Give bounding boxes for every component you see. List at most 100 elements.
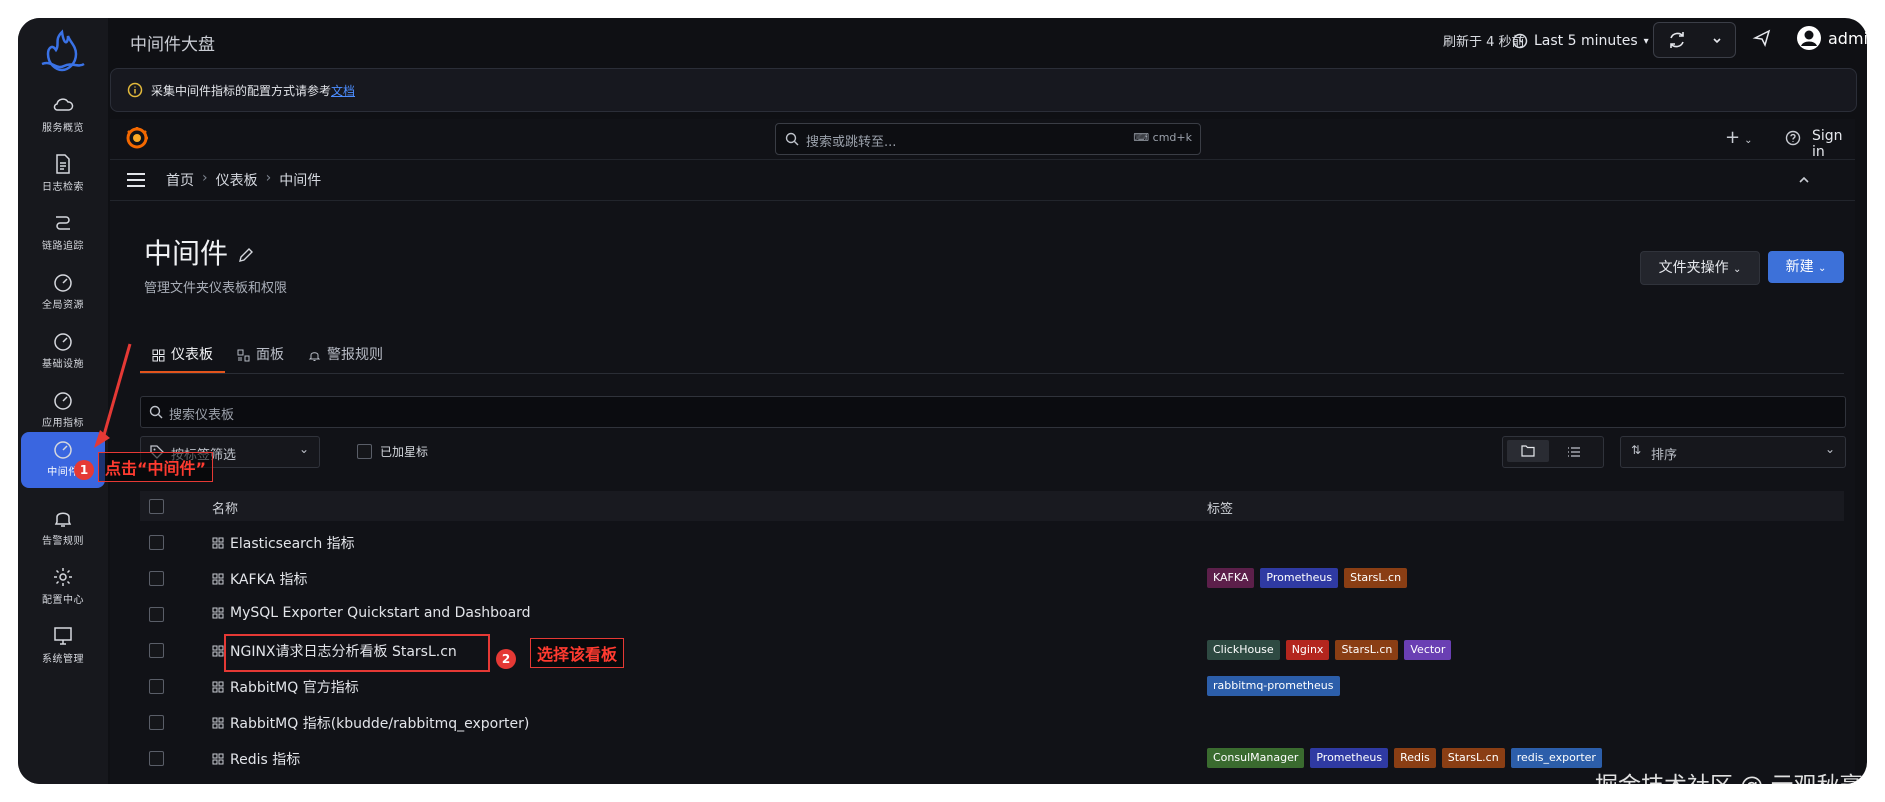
nav-item[interactable]: 全局资源 — [21, 265, 105, 321]
row-checkbox[interactable] — [149, 715, 164, 730]
edit-icon[interactable] — [237, 246, 255, 264]
row-checkbox[interactable] — [149, 571, 164, 586]
tag-badge[interactable]: Nginx — [1285, 640, 1330, 660]
dashboard-link[interactable]: Elasticsearch 指标 — [212, 533, 355, 553]
dashboard-name: Elasticsearch 指标 — [230, 536, 355, 552]
nav-item[interactable]: 服务概览 — [21, 88, 105, 144]
panel-icon — [237, 349, 250, 361]
table-row[interactable]: Redis 指标 ConsulManager Prometheus Redis Star… — [140, 740, 1844, 776]
time-range-picker[interactable]: Last 5 minutes ▾ — [1512, 27, 1649, 55]
tag-badge[interactable]: Prometheus — [1310, 748, 1389, 768]
username: admin — [1828, 28, 1867, 48]
share-icon[interactable] — [1752, 28, 1772, 48]
nav-item[interactable]: 告警规则 — [21, 501, 105, 557]
tag-list: ClickHouse Nginx StarsL.cn Vector — [1207, 640, 1452, 660]
chevron-down-icon: ⌄ — [1818, 263, 1827, 274]
app-window: 服务概览 日志检索 链路追踪 全局资源 基础设施 应用指标 中间件 告警规则 配置中心 系统管理 … — [18, 18, 1867, 784]
row-checkbox[interactable] — [149, 535, 164, 550]
dashboard-link[interactable]: KAFKA 指标 — [212, 569, 308, 589]
tag-badge[interactable]: ConsulManager — [1207, 748, 1305, 768]
tag-badge[interactable]: ClickHouse — [1207, 640, 1280, 660]
tag-badge[interactable]: rabbitmq-prometheus — [1207, 676, 1340, 696]
nav-item[interactable]: 配置中心 — [21, 560, 105, 616]
tag-badge[interactable]: KAFKA — [1207, 568, 1255, 588]
info-banner: 采集中间件指标的配置方式请参考文档 — [110, 68, 1857, 112]
search-bar[interactable]: 搜索或跳转至... ⌨ cmd+k — [775, 123, 1201, 155]
table-row[interactable]: Elasticsearch 指标 — [140, 524, 1844, 560]
annotation-arrow — [94, 343, 132, 448]
app-header: 中间件大盘 刷新于 4 秒前 Last 5 minutes ▾ admin — [108, 18, 1867, 74]
tab-panels-label: 面板 — [256, 347, 284, 363]
refresh-interval-dropdown[interactable] — [1699, 22, 1736, 58]
sign-in-link[interactable]: Sign in — [1812, 128, 1855, 160]
table-header: 名称 标签 — [140, 491, 1844, 521]
dashboard-link[interactable]: RabbitMQ 官方指标 — [212, 677, 359, 697]
menu-icon[interactable] — [126, 172, 146, 188]
dashboard-link[interactable]: Redis 指标 — [212, 749, 300, 769]
sort-select[interactable]: ⇅ 排序 ⌄ — [1620, 436, 1846, 468]
table-row[interactable]: MySQL Exporter Quickstart and Dashboard — [140, 596, 1844, 632]
time-range-label: Last 5 minutes — [1534, 33, 1638, 49]
nav-item-label: 全局资源 — [42, 300, 84, 311]
tab-dashboards[interactable]: 仪表板 — [140, 339, 225, 374]
tag-badge[interactable]: redis_exporter — [1510, 748, 1602, 768]
select-all-checkbox[interactable] — [149, 499, 164, 514]
dashboard-search-input[interactable]: 搜索仪表板 — [140, 396, 1846, 428]
new-button[interactable]: 新建 ⌄ — [1768, 251, 1844, 283]
tab-alert-rules[interactable]: 警报规则 — [296, 339, 395, 371]
refresh-button[interactable] — [1653, 22, 1701, 58]
tag-badge[interactable]: StarsL.cn — [1441, 748, 1505, 768]
dashboard-search-placeholder: 搜索仪表板 — [169, 408, 235, 423]
step-1-badge: 1 — [74, 460, 94, 480]
help-icon[interactable] — [1785, 130, 1801, 146]
dashboard-icon — [212, 645, 224, 657]
dashboard-link[interactable]: RabbitMQ 指标(kbudde/rabbitmq_exporter) — [212, 713, 529, 733]
dashboard-icon — [212, 607, 224, 619]
folder-view-button[interactable] — [1507, 440, 1549, 462]
logo-icon[interactable] — [34, 26, 90, 74]
table-row[interactable]: KAFKA 指标 KAFKA Prometheus StarsL.cn — [140, 560, 1844, 596]
breadcrumb-separator: › — [202, 170, 208, 186]
view-toggle — [1502, 436, 1604, 468]
breadcrumb-dashboards[interactable]: 仪表板 — [216, 170, 258, 190]
tag-badge[interactable]: StarsL.cn — [1344, 568, 1408, 588]
gear-icon — [54, 568, 72, 586]
search-icon — [785, 132, 799, 146]
folder-actions-button[interactable]: 文件夹操作 ⌄ — [1640, 251, 1760, 285]
banner-message: 采集中间件指标的配置方式请参考 — [151, 84, 332, 98]
table-row[interactable]: RabbitMQ 官方指标 rabbitmq-prometheus — [140, 668, 1844, 704]
tag-list: ConsulManager Prometheus Redis StarsL.cn red… — [1207, 748, 1602, 768]
user-menu[interactable]: admin — [1796, 25, 1867, 51]
tag-badge[interactable]: Vector — [1404, 640, 1452, 660]
column-header-name: 名称 — [212, 502, 239, 517]
nav-item[interactable]: 日志检索 — [21, 147, 105, 203]
docs-link[interactable]: 文档 — [331, 84, 355, 98]
tag-badge[interactable]: Redis — [1394, 748, 1436, 768]
table-row[interactable]: RabbitMQ 指标(kbudde/rabbitmq_exporter) — [140, 704, 1844, 740]
dashboard-link[interactable]: MySQL Exporter Quickstart and Dashboard — [212, 605, 531, 621]
chevron-down-icon — [1713, 38, 1721, 44]
info-icon — [127, 82, 143, 98]
new-button-label: 新建 — [1785, 259, 1814, 275]
tab-alert-rules-label: 警报规则 — [327, 347, 383, 363]
row-checkbox[interactable] — [149, 679, 164, 694]
nav-item-label: 服务概览 — [42, 123, 84, 134]
gauge-icon — [54, 274, 72, 292]
row-checkbox[interactable] — [149, 643, 164, 658]
starred-checkbox[interactable] — [357, 444, 372, 459]
breadcrumb-home[interactable]: 首页 — [166, 170, 194, 190]
tag-badge[interactable]: StarsL.cn — [1335, 640, 1399, 660]
chevron-up-icon[interactable] — [1797, 173, 1811, 187]
nav-item[interactable]: 系统管理 — [21, 619, 105, 675]
starred-filter[interactable]: 已加星标 — [357, 443, 428, 460]
row-checkbox[interactable] — [149, 607, 164, 622]
grafana-logo-icon[interactable] — [124, 125, 150, 151]
tag-badge[interactable]: Prometheus — [1260, 568, 1339, 588]
list-view-icon[interactable] — [1567, 446, 1581, 458]
caret-down-icon: ⌄ — [1744, 135, 1753, 146]
breadcrumb-separator: › — [265, 170, 272, 186]
add-menu[interactable]: + ⌄ — [1725, 127, 1752, 148]
nav-item[interactable]: 链路追踪 — [21, 206, 105, 262]
row-checkbox[interactable] — [149, 751, 164, 766]
tab-panels[interactable]: 面板 — [225, 339, 296, 371]
